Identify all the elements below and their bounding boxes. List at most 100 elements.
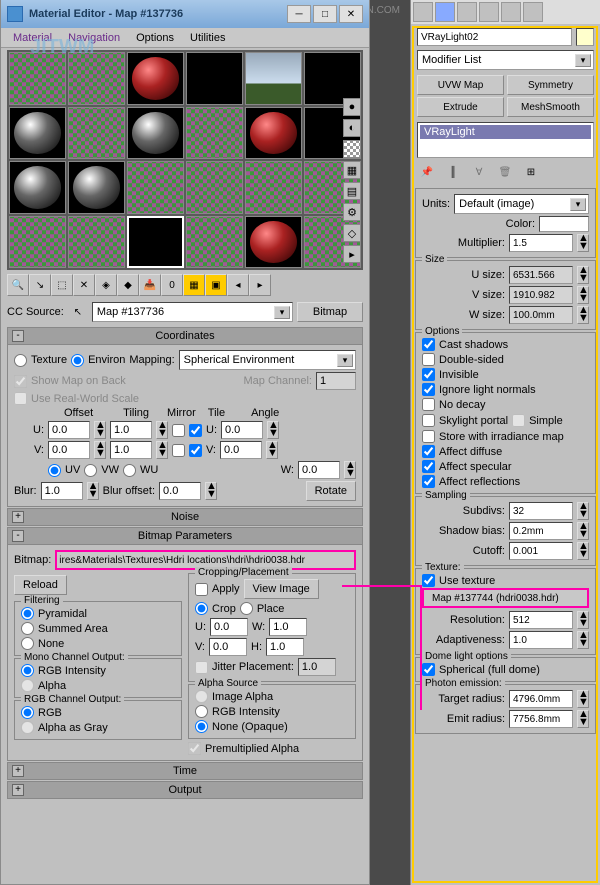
v-tile-check[interactable] (189, 444, 202, 457)
make-copy-icon[interactable]: ◈ (95, 274, 117, 296)
vw-radio[interactable] (84, 464, 97, 477)
background-icon[interactable] (343, 140, 361, 158)
wu-radio[interactable] (123, 464, 136, 477)
color-picker[interactable] (539, 216, 589, 232)
material-slot[interactable] (68, 107, 125, 160)
put-to-scene-icon[interactable]: ↘ (29, 274, 51, 296)
bias-input[interactable]: 0.2mm (509, 522, 573, 540)
configure-icon[interactable]: ⊞ (521, 162, 541, 182)
material-slot[interactable] (245, 107, 302, 160)
multiplier-input[interactable]: 1.5 (509, 234, 573, 252)
go-parent-icon[interactable]: ◂ (227, 274, 249, 296)
u-size-input[interactable]: 6531.566 (509, 266, 573, 284)
menu-material[interactable]: Material (5, 30, 60, 46)
tab-hierarchy-icon[interactable] (457, 2, 477, 22)
tab-utilities-icon[interactable] (523, 2, 543, 22)
mono-rgb-radio[interactable] (21, 664, 34, 677)
u-mirror-check[interactable] (172, 424, 185, 437)
material-slot[interactable] (9, 161, 66, 214)
modifier-stack[interactable]: VRayLight (417, 122, 594, 158)
crop-h-input[interactable]: 1.0 (266, 638, 304, 656)
pin-stack-icon[interactable]: 📌 (417, 162, 437, 182)
skylight-check[interactable] (422, 414, 435, 427)
target-radius-input[interactable]: 4796.0mm (509, 690, 573, 708)
uv-radio[interactable] (48, 464, 61, 477)
mapping-dropdown[interactable]: Spherical Environment (179, 350, 356, 370)
rgb-radio[interactable] (21, 706, 34, 719)
material-slot[interactable] (127, 107, 184, 160)
subdivs-input[interactable]: 32 (509, 502, 573, 520)
material-slot[interactable] (9, 216, 66, 269)
symmetry-button[interactable]: Symmetry (507, 75, 594, 95)
make-unique-icon[interactable]: ◆ (117, 274, 139, 296)
store-irr-check[interactable] (422, 430, 435, 443)
crop-u-input[interactable]: 0.0 (210, 618, 248, 636)
material-slot[interactable] (127, 52, 184, 105)
show-end-result-icon[interactable]: ▣ (205, 274, 227, 296)
backlight-icon[interactable]: ◐ (343, 119, 361, 137)
material-slot[interactable] (68, 161, 125, 214)
bitmap-button[interactable]: Bitmap (297, 302, 363, 322)
sample-uv-icon[interactable]: ▦ (343, 161, 361, 179)
material-slot[interactable] (186, 161, 243, 214)
sample-type-icon[interactable]: ● (343, 98, 361, 116)
menu-utilities[interactable]: Utilities (182, 30, 233, 46)
material-slot[interactable] (127, 161, 184, 214)
place-radio[interactable] (240, 602, 253, 615)
video-color-icon[interactable]: ▤ (343, 182, 361, 200)
u-angle-input[interactable]: 0.0 (221, 421, 263, 439)
adapt-input[interactable]: 1.0 (509, 631, 573, 649)
material-slot[interactable] (68, 52, 125, 105)
material-map-nav-icon[interactable]: ▸ (343, 245, 361, 263)
close-button[interactable]: ✕ (339, 5, 363, 23)
no-decay-check[interactable] (422, 398, 435, 411)
crop-v-input[interactable]: 0.0 (209, 638, 247, 656)
menu-options[interactable]: Options (128, 30, 182, 46)
material-slot[interactable] (245, 216, 302, 269)
v-angle-input[interactable]: 0.0 (220, 441, 262, 459)
map-name-dropdown[interactable]: Map #137736 (92, 302, 293, 322)
none-radio[interactable] (21, 637, 34, 650)
rotate-button[interactable]: Rotate (306, 481, 356, 501)
put-to-lib-icon[interactable]: 📥 (139, 274, 161, 296)
modifier-list-dropdown[interactable]: Modifier List (417, 50, 594, 70)
maximize-button[interactable]: □ (313, 5, 337, 23)
tab-display-icon[interactable] (501, 2, 521, 22)
cast-shadows-check[interactable] (422, 338, 435, 351)
v-tiling-input[interactable]: 1.0 (110, 441, 152, 459)
extrude-button[interactable]: Extrude (417, 97, 504, 117)
affect-reflections-check[interactable] (422, 475, 435, 488)
reset-icon[interactable]: ✕ (73, 274, 95, 296)
make-unique-icon[interactable]: ∀ (469, 162, 489, 182)
apply-check[interactable] (195, 583, 208, 596)
u-tiling-input[interactable]: 1.0 (110, 421, 152, 439)
tab-create-icon[interactable] (413, 2, 433, 22)
cutoff-input[interactable]: 0.001 (509, 542, 573, 560)
crop-w-input[interactable]: 1.0 (269, 618, 307, 636)
affect-specular-check[interactable] (422, 460, 435, 473)
material-slot[interactable] (245, 52, 302, 105)
assign-icon[interactable]: ⬚ (51, 274, 73, 296)
object-name-input[interactable]: VRayLight02 (417, 28, 572, 46)
blur-offset-input[interactable]: 0.0 (159, 482, 201, 500)
bitmap-params-header[interactable]: -Bitmap Parameters (7, 527, 363, 545)
pick-icon[interactable]: ↖ (68, 302, 88, 322)
view-image-button[interactable]: View Image (244, 579, 319, 599)
menu-navigation[interactable]: Navigation (60, 30, 128, 46)
material-slot[interactable] (186, 216, 243, 269)
environ-radio[interactable] (71, 354, 84, 367)
tab-modify-icon[interactable] (435, 2, 455, 22)
ignore-normals-check[interactable] (422, 383, 435, 396)
none-opaque-radio[interactable] (195, 720, 208, 733)
texture-radio[interactable] (14, 354, 27, 367)
invisible-check[interactable] (422, 368, 435, 381)
minimize-button[interactable]: ─ (287, 5, 311, 23)
u-offset-input[interactable]: 0.0 (48, 421, 90, 439)
texture-map-button[interactable]: Map #137744 (hdri0038.hdr) (422, 588, 589, 608)
options-icon[interactable]: ⚙ (343, 203, 361, 221)
use-texture-check[interactable] (422, 574, 435, 587)
output-rollout-header[interactable]: +Output (7, 781, 363, 799)
w-angle-input[interactable]: 0.0 (298, 461, 340, 479)
tab-motion-icon[interactable] (479, 2, 499, 22)
affect-diffuse-check[interactable] (422, 445, 435, 458)
